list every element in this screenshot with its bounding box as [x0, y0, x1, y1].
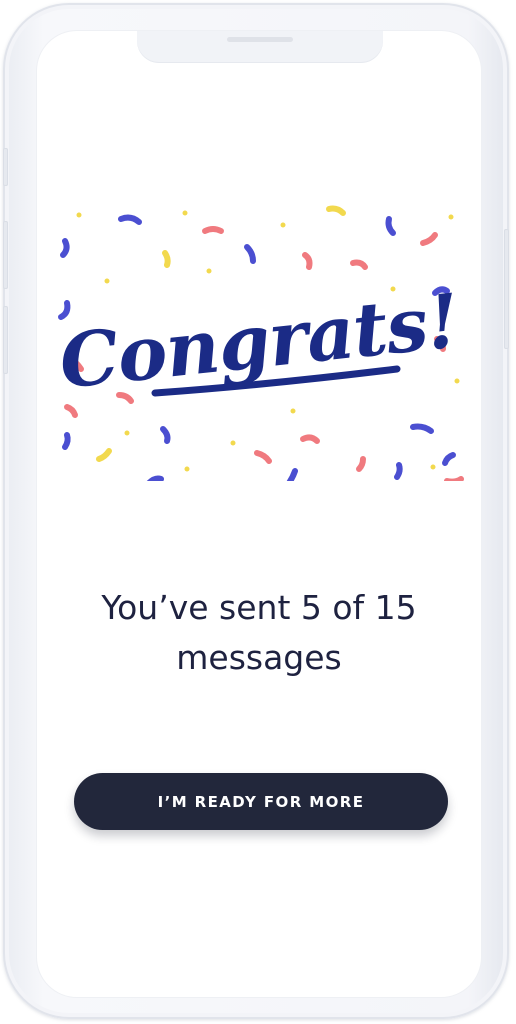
confetti-piece	[118, 214, 142, 225]
confetti-piece	[62, 432, 71, 450]
confetti-piece	[356, 456, 366, 472]
confetti-piece	[302, 252, 313, 270]
phone-screen: Congrats! You’ve sent 5 of 15 messages I…	[37, 31, 481, 997]
confetti-piece	[420, 232, 438, 246]
mute-switch	[3, 148, 8, 186]
ready-for-more-button[interactable]: I’M READY FOR MORE	[74, 773, 448, 830]
power-button	[504, 229, 509, 349]
confetti-piece	[160, 426, 171, 444]
mockup-stage: Congrats! You’ve sent 5 of 15 messages I…	[0, 0, 516, 1024]
notch	[137, 31, 383, 63]
confetti-piece	[96, 448, 112, 462]
ready-for-more-label: I’M READY FOR MORE	[157, 792, 365, 811]
confetti-piece	[58, 300, 71, 320]
confetti-piece	[350, 259, 368, 270]
progress-message: You’ve sent 5 of 15 messages	[57, 583, 461, 683]
volume-up-button	[3, 221, 8, 289]
confetti-piece	[385, 216, 396, 236]
confetti-piece	[244, 244, 256, 264]
confetti-piece	[146, 475, 164, 481]
speaker-grille	[227, 37, 293, 42]
progress-message-line-1: You’ve sent 5 of 15	[101, 588, 417, 627]
confetti-piece	[64, 404, 78, 418]
volume-down-button	[3, 306, 8, 374]
confetti-piece	[254, 450, 272, 464]
confetti-piece	[410, 423, 434, 434]
congrats-illustration: Congrats!	[37, 171, 481, 481]
confetti-piece	[442, 452, 456, 466]
confetti-piece	[162, 250, 171, 268]
phone-frame: Congrats! You’ve sent 5 of 15 messages I…	[3, 3, 509, 1019]
confetti-piece	[202, 226, 224, 234]
confetti-icon: Congrats!	[56, 205, 464, 481]
confetti-piece	[60, 238, 70, 258]
confetti-piece	[300, 434, 320, 444]
confetti-piece	[286, 468, 298, 481]
progress-message-line-2: messages	[176, 638, 342, 677]
confetti-piece	[326, 205, 346, 216]
confetti-piece	[394, 462, 403, 480]
confetti-piece	[444, 476, 464, 481]
